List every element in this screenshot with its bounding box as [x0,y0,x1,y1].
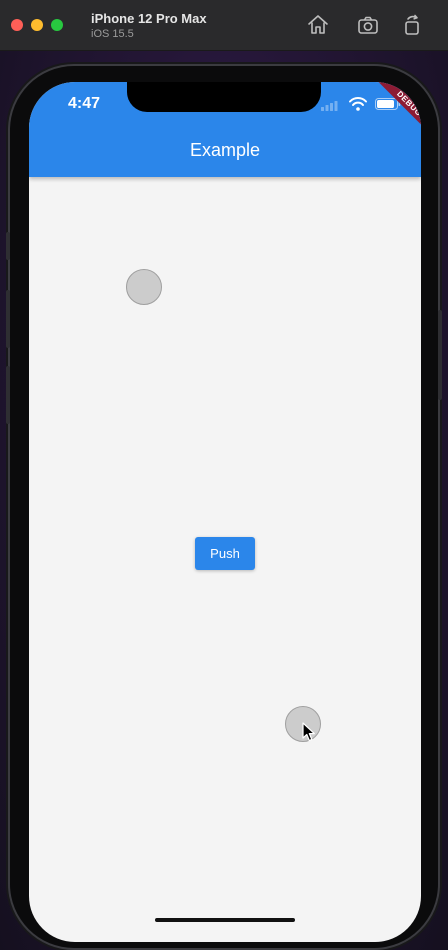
device-name: iPhone 12 Pro Max [91,11,207,26]
camera-notch [127,82,321,112]
wifi-icon [349,97,367,111]
signal-icon [321,101,338,111]
simulator-window: iPhone 12 Pro Max iOS 15.5 4:47 Example … [0,0,448,950]
volume-down-button[interactable] [6,366,10,424]
app-screen: 4:47 Example DEBUG Push [29,82,421,942]
status-time: 4:47 [68,95,101,112]
screenshot-icon[interactable] [356,13,380,37]
volume-up-button[interactable] [6,290,10,348]
push-button[interactable]: Push [195,537,255,570]
zoom-window-button[interactable] [51,19,63,31]
home-icon[interactable] [306,13,330,37]
power-button[interactable] [438,310,442,400]
touch-indicator-circle [126,269,162,305]
close-window-button[interactable] [11,19,23,31]
home-indicator[interactable] [155,918,295,922]
silent-switch [6,232,10,260]
app-bar: 4:47 Example DEBUG [29,82,421,177]
mouse-cursor-icon [302,722,315,742]
minimize-window-button[interactable] [31,19,43,31]
page-title: Example [189,140,261,160]
simulator-titlebar: iPhone 12 Pro Max iOS 15.5 [0,0,448,51]
device-os-version: iOS 15.5 [91,28,134,40]
rotate-icon[interactable] [400,13,424,37]
